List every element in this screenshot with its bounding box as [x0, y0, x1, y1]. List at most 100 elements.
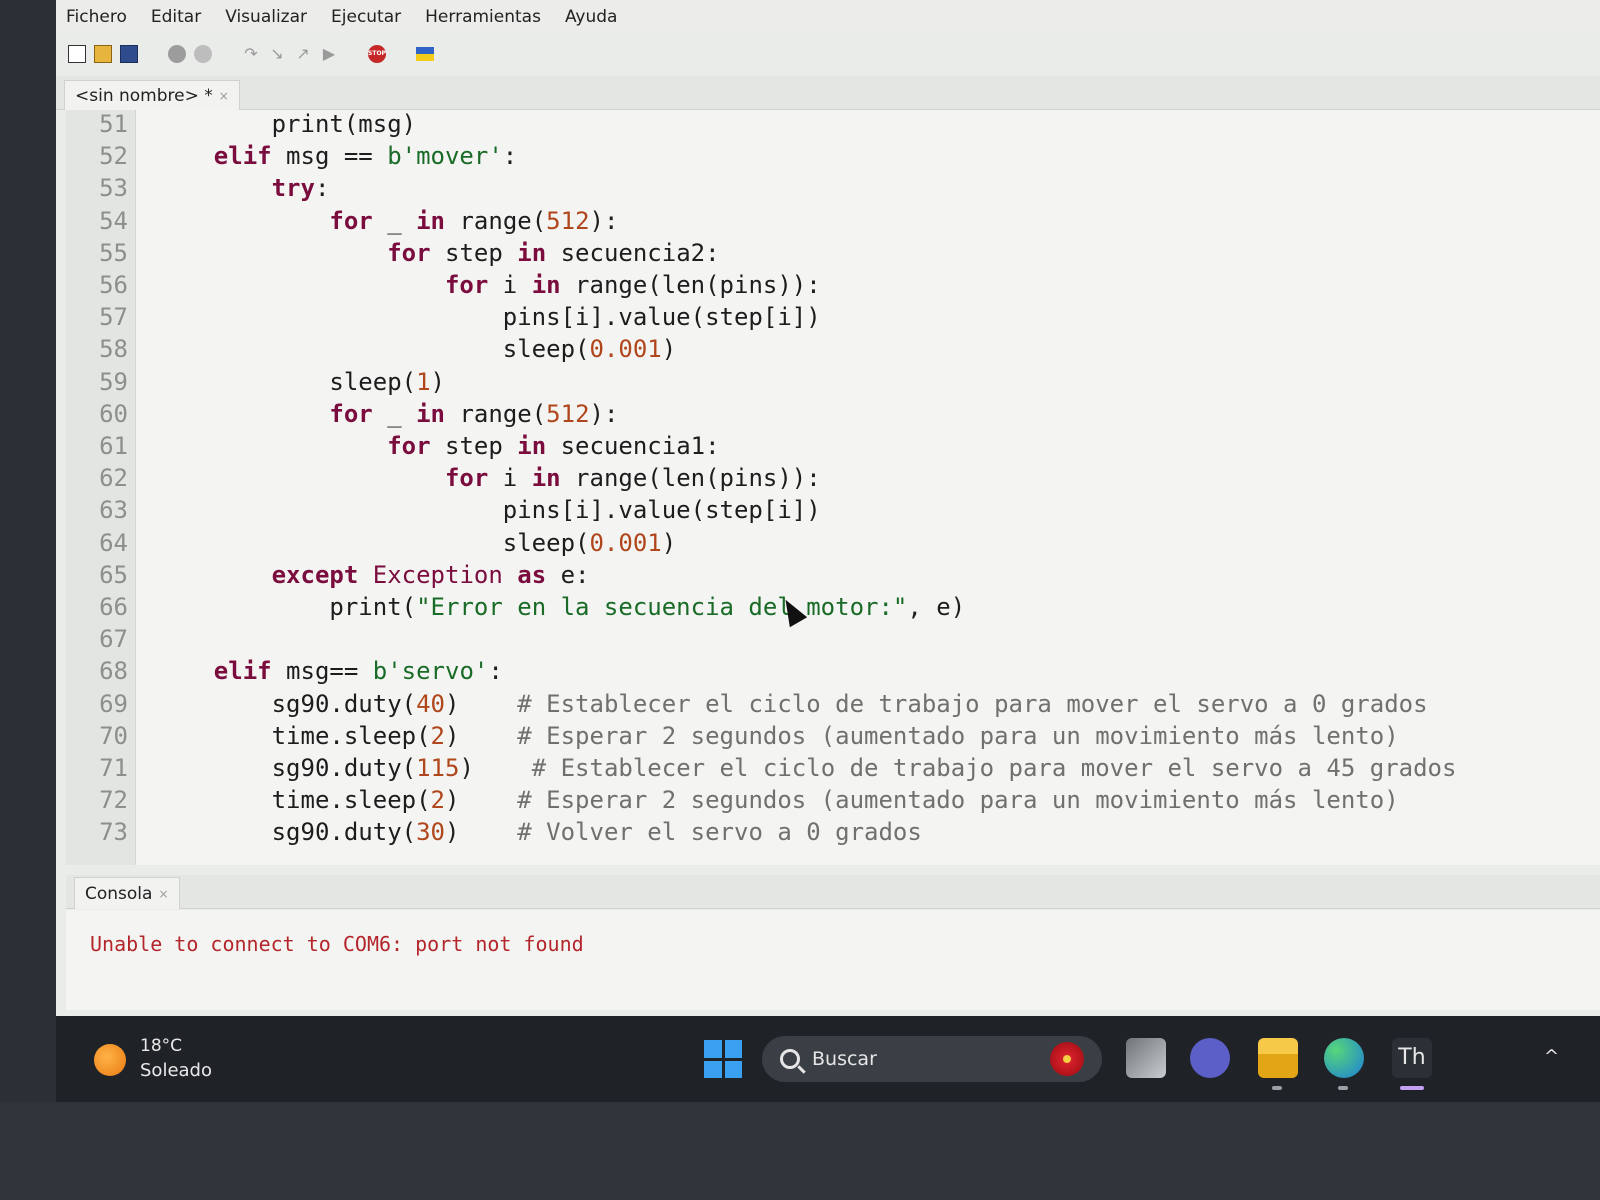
code-line: 72 time.sleep(2) # Esperar 2 segundos (a…	[66, 784, 1600, 816]
file-explorer-icon[interactable]	[1258, 1038, 1298, 1078]
edge-browser-icon[interactable]	[1324, 1038, 1364, 1078]
line-number: 73	[99, 818, 128, 847]
close-icon[interactable]: ×	[158, 887, 168, 901]
console-tab-bar: Consola ×	[66, 875, 1600, 909]
code-line: 57 pins[i].value(step[i])	[66, 301, 1600, 333]
code-line: 70 time.sleep(2) # Esperar 2 segundos (a…	[66, 720, 1600, 752]
code-line: 54 for _ in range(512):	[66, 205, 1600, 237]
code-line: 66 print("Error en la secuencia del moto…	[66, 591, 1600, 623]
run-icon[interactable]	[168, 45, 186, 63]
search-icon	[780, 1049, 800, 1069]
line-number: 72	[99, 786, 128, 815]
step-into-icon[interactable]: ↘	[268, 45, 286, 63]
line-number: 66	[99, 593, 128, 621]
line-number: 63	[99, 496, 128, 525]
code-editor[interactable]: 51 print(msg) 52 elif msg == b'mover': 53 …	[66, 110, 1600, 865]
code-line: 59 sleep(1)	[66, 366, 1600, 398]
line-number: 56	[99, 271, 128, 299]
menu-ejecutar[interactable]: Ejecutar	[331, 7, 401, 27]
code-text: time.sleep(2) # Esperar 2 segundos (aume…	[156, 721, 1399, 750]
line-number: 67	[99, 625, 128, 654]
task-view-icon[interactable]	[1126, 1038, 1166, 1078]
video-call-icon[interactable]	[1190, 1038, 1230, 1078]
editor-tab-bar: <sin nombre> * ×	[56, 76, 1600, 110]
line-number: 51	[99, 110, 128, 138]
weather-temperature: 18°C	[140, 1036, 183, 1056]
console-panel[interactable]: Unable to connect to COM6: port not foun…	[66, 910, 1600, 1010]
line-number: 58	[99, 335, 128, 364]
code-text: for i in range(len(pins)):	[444, 464, 821, 493]
close-icon[interactable]: ×	[219, 89, 229, 103]
resume-icon[interactable]: ▶	[320, 45, 338, 63]
sun-weather-icon[interactable]	[94, 1044, 126, 1076]
code-line: 68 elif msg== b'servo':	[66, 655, 1600, 687]
menu-bar: Fichero Editar Visualizar Ejecutar Herra…	[56, 0, 1600, 34]
code-text: for step in secuencia2:	[387, 238, 720, 267]
taskbar-search-box[interactable]: Buscar	[762, 1036, 1102, 1082]
code-line: 64 sleep(0.001)	[66, 527, 1600, 559]
step-over-icon[interactable]: ↷	[242, 45, 260, 63]
weather-description: Soleado	[140, 1060, 212, 1081]
code-line: 53 try:	[66, 172, 1600, 204]
line-number: 61	[99, 432, 128, 460]
line-number: 70	[99, 721, 128, 750]
windows-taskbar: 18°C Soleado Buscar Th ^	[56, 1016, 1600, 1102]
toolbar: ↷ ↘ ↗ ▶ STOP	[56, 36, 1600, 72]
code-text: for _ in range(512):	[329, 206, 619, 235]
code-line: 71 sg90.duty(115) # Establecer el ciclo …	[66, 752, 1600, 784]
debug-icon[interactable]	[194, 45, 212, 63]
menu-herramientas[interactable]: Herramientas	[425, 7, 541, 27]
code-line: 56 for i in range(len(pins)):	[66, 269, 1600, 301]
line-number: 54	[99, 206, 128, 235]
thonny-app-icon[interactable]: Th	[1392, 1038, 1432, 1078]
line-number: 64	[99, 528, 128, 557]
stop-icon[interactable]: STOP	[368, 45, 386, 63]
code-line: 55 for step in secuencia2:	[66, 237, 1600, 269]
new-file-icon[interactable]	[68, 45, 86, 63]
menu-editar[interactable]: Editar	[151, 7, 201, 27]
menu-ayuda[interactable]: Ayuda	[565, 7, 618, 27]
code-line: 69 sg90.duty(40) # Establecer el ciclo d…	[66, 688, 1600, 720]
code-text: for step in secuencia1:	[387, 432, 720, 460]
line-number: 60	[99, 399, 128, 428]
line-number: 53	[99, 174, 128, 203]
open-file-icon[interactable]	[94, 45, 112, 63]
windows-start-icon[interactable]	[704, 1040, 742, 1078]
editor-tab-untitled[interactable]: <sin nombre> * ×	[64, 80, 240, 110]
step-out-icon[interactable]: ↗	[294, 45, 312, 63]
code-text: time.sleep(2) # Esperar 2 segundos (aume…	[156, 786, 1399, 815]
save-icon[interactable]	[120, 45, 138, 63]
running-indicator	[1338, 1086, 1348, 1090]
line-number: 55	[99, 238, 128, 267]
code-text: sg90.duty(40) # Establecer el ciclo de t…	[156, 689, 1428, 718]
line-number: 52	[99, 142, 128, 171]
line-number: 71	[99, 754, 128, 782]
active-indicator	[1400, 1086, 1424, 1090]
menu-visualizar[interactable]: Visualizar	[225, 7, 307, 27]
code-text: sg90.duty(30) # Volver el servo a 0 grad…	[156, 818, 922, 847]
code-line: 67	[66, 623, 1600, 655]
menu-fichero[interactable]: Fichero	[66, 7, 127, 27]
code-text: for i in range(len(pins)):	[444, 271, 821, 299]
flag-icon[interactable]	[416, 47, 434, 61]
line-number: 57	[99, 303, 128, 332]
code-line: 63 pins[i].value(step[i])	[66, 494, 1600, 526]
console-tab-label: Consola	[85, 883, 153, 904]
line-number: 65	[99, 560, 128, 589]
code-line: 60 for _ in range(512):	[66, 398, 1600, 430]
search-placeholder: Buscar	[812, 1048, 877, 1070]
code-text: pins[i].value(step[i])	[156, 303, 821, 332]
tab-consola[interactable]: Consola ×	[74, 877, 180, 909]
code-line: 62 for i in range(len(pins)):	[66, 462, 1600, 494]
code-line: 58 sleep(0.001)	[66, 333, 1600, 365]
thonny-window: Fichero Editar Visualizar Ejecutar Herra…	[56, 0, 1600, 1102]
code-text: pins[i].value(step[i])	[156, 496, 821, 525]
code-line: 61 for step in secuencia1:	[66, 430, 1600, 462]
code-text: elif msg== b'servo':	[213, 657, 503, 686]
editor-tab-label: <sin nombre> *	[75, 85, 213, 106]
code-text: for _ in range(512):	[329, 399, 619, 428]
console-error-message: Unable to connect to COM6: port not foun…	[90, 932, 584, 956]
code-line: 73 sg90.duty(30) # Volver el servo a 0 g…	[66, 816, 1600, 848]
code-text: sleep(0.001)	[156, 335, 677, 364]
chevron-up-icon[interactable]: ^	[1544, 1046, 1559, 1067]
